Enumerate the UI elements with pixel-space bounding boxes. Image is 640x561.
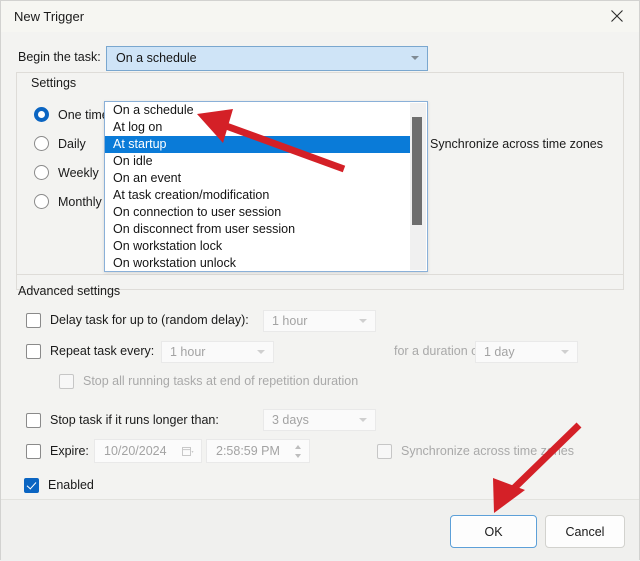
schedule-radio-group: One time Daily Weekly Monthly	[34, 100, 109, 216]
radio-indicator	[34, 194, 49, 209]
radio-indicator	[34, 107, 49, 122]
new-trigger-dialog: New Trigger Begin the task: On a schedul…	[0, 0, 640, 560]
stop-all-running-tasks-checkbox[interactable]	[59, 373, 74, 389]
dialog-body: Begin the task: On a schedule Settings O…	[1, 32, 639, 499]
repeat-task-interval-combobox[interactable]: 1 hour	[161, 341, 274, 363]
expire-time-field[interactable]: 2:58:59 PM	[206, 439, 310, 463]
chevron-down-icon	[257, 350, 265, 354]
expire-sync-timezones-label: Synchronize across time zones	[401, 444, 574, 458]
expire-checkbox[interactable]	[26, 443, 41, 459]
expire-sync-timezones-row[interactable]: Synchronize across time zones	[377, 441, 574, 461]
delay-task-checkbox[interactable]	[26, 312, 41, 328]
dropdown-option-on-connection-to-user-session[interactable]: On connection to user session	[105, 204, 410, 221]
enabled-checkbox-row[interactable]: Enabled	[24, 475, 94, 495]
dropdown-option-at-log-on[interactable]: At log on	[105, 119, 410, 136]
dropdown-options: On a schedule At log on At startup On id…	[105, 102, 410, 271]
stop-task-duration-combobox[interactable]: 3 days	[263, 409, 376, 431]
dropdown-scrollbar-thumb[interactable]	[412, 117, 422, 225]
advanced-separator	[16, 274, 624, 275]
stop-task-longer-row[interactable]: Stop task if it runs longer than:	[26, 410, 219, 430]
settings-group-title: Settings	[27, 76, 81, 90]
dropdown-option-on-an-event[interactable]: On an event	[105, 170, 410, 187]
radio-weekly[interactable]: Weekly	[34, 158, 109, 187]
repeat-task-label: Repeat task every:	[50, 344, 155, 358]
dropdown-option-on-workstation-unlock[interactable]: On workstation unlock	[105, 255, 410, 271]
chevron-down-icon	[359, 319, 367, 323]
calendar-icon[interactable]	[182, 446, 194, 457]
expire-date-field[interactable]: 10/20/2024	[94, 439, 202, 463]
radio-one-time[interactable]: One time	[34, 100, 109, 129]
settings-sync-timezones-label: Synchronize across time zones	[430, 137, 603, 151]
spinner-down-arrow[interactable]	[295, 454, 301, 458]
repeat-task-interval-value: 1 hour	[170, 345, 206, 359]
radio-label: One time	[58, 107, 109, 122]
delay-task-label: Delay task for up to (random delay):	[50, 313, 249, 327]
radio-daily[interactable]: Daily	[34, 129, 109, 158]
begin-task-label: Begin the task:	[18, 50, 101, 64]
repeat-duration-label: for a duration of:	[394, 344, 486, 358]
dropdown-option-on-a-schedule[interactable]: On a schedule	[105, 102, 410, 119]
radio-indicator	[34, 165, 49, 180]
dropdown-option-on-idle[interactable]: On idle	[105, 153, 410, 170]
stop-all-running-tasks-label: Stop all running tasks at end of repetit…	[83, 374, 359, 388]
spinner-updown-icon[interactable]	[291, 443, 304, 460]
repeat-duration-value: 1 day	[484, 345, 515, 359]
expire-checkbox-row[interactable]: Expire:	[26, 441, 89, 461]
cancel-button[interactable]: Cancel	[545, 515, 625, 548]
chevron-down-icon	[359, 418, 367, 422]
chevron-down-icon	[411, 56, 419, 60]
dropdown-option-on-workstation-lock[interactable]: On workstation lock	[105, 238, 410, 255]
chevron-down-icon	[561, 350, 569, 354]
begin-task-combobox[interactable]: On a schedule	[106, 46, 428, 71]
radio-label: Weekly	[58, 165, 99, 180]
expire-sync-timezones-checkbox[interactable]	[377, 443, 392, 459]
ok-button[interactable]: OK	[450, 515, 537, 548]
title-bar: New Trigger	[1, 1, 639, 33]
spinner-up-arrow[interactable]	[295, 445, 301, 449]
expire-date-value: 10/20/2024	[104, 444, 167, 458]
expire-label: Expire:	[50, 444, 89, 458]
expire-time-value: 2:58:59 PM	[216, 444, 280, 458]
page-title: New Trigger	[14, 9, 85, 24]
radio-label: Monthly	[58, 194, 102, 209]
stop-task-duration-value: 3 days	[272, 413, 309, 427]
advanced-settings-title: Advanced settings	[18, 284, 121, 298]
enabled-checkbox[interactable]	[24, 477, 39, 493]
delay-task-combobox[interactable]: 1 hour	[263, 310, 376, 332]
close-button[interactable]	[594, 1, 639, 31]
delay-task-value: 1 hour	[272, 314, 308, 328]
delay-task-checkbox-row[interactable]: Delay task for up to (random delay):	[26, 310, 249, 330]
enabled-label: Enabled	[48, 478, 94, 492]
radio-indicator	[34, 136, 49, 151]
stop-task-longer-label: Stop task if it runs longer than:	[50, 413, 219, 427]
dropdown-option-on-disconnect-from-user-session[interactable]: On disconnect from user session	[105, 221, 410, 238]
begin-task-selected-value: On a schedule	[116, 51, 197, 65]
close-icon	[610, 9, 624, 23]
dialog-footer: OK Cancel	[1, 499, 639, 560]
begin-task-row: Begin the task: On a schedule	[18, 46, 618, 72]
repeat-task-checkbox-row[interactable]: Repeat task every:	[26, 341, 154, 361]
stop-all-running-tasks-row[interactable]: Stop all running tasks at end of repetit…	[59, 371, 358, 391]
repeat-task-checkbox[interactable]	[26, 343, 41, 359]
stop-task-longer-checkbox[interactable]	[26, 412, 41, 428]
radio-label: Daily	[58, 136, 86, 151]
radio-monthly[interactable]: Monthly	[34, 187, 109, 216]
dropdown-option-at-task-creation-modification[interactable]: At task creation/modification	[105, 187, 410, 204]
repeat-duration-combobox[interactable]: 1 day	[475, 341, 578, 363]
begin-task-dropdown-list[interactable]: On a schedule At log on At startup On id…	[104, 101, 428, 272]
dropdown-scrollbar[interactable]	[410, 103, 426, 270]
dropdown-option-at-startup[interactable]: At startup	[105, 136, 410, 153]
